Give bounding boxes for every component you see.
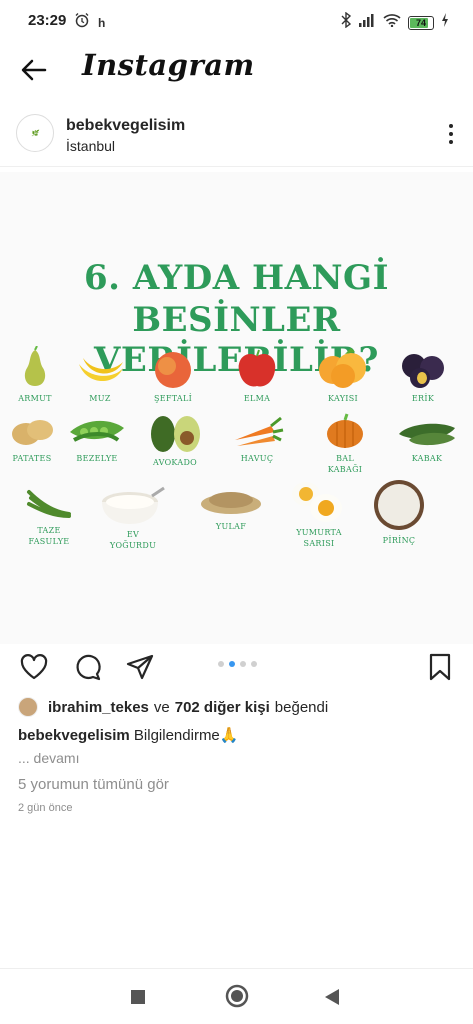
liker-username[interactable]: ibrahim_tekes (48, 699, 149, 716)
carousel-indicator (218, 661, 257, 667)
wifi-icon (383, 13, 401, 32)
food-erik: ERİK (388, 346, 458, 404)
recents-square-icon[interactable] (130, 989, 146, 1010)
food-bezelye: BEZELYE (62, 410, 132, 464)
bluetooth-icon (341, 11, 352, 33)
header-divider (0, 166, 473, 167)
post-timestamp: 2 gün önce (18, 802, 73, 814)
likes-others[interactable]: 702 diğer kişi (175, 699, 270, 716)
food-label: PATATES (12, 454, 52, 463)
post-header: 🌿 bebekvegelisim İstanbul (0, 104, 473, 164)
status-time: 23:29 (28, 12, 67, 29)
food-label: MUZ (89, 394, 111, 403)
alarm-icon (74, 12, 90, 33)
food-pirinc: PİRİNÇ (364, 478, 434, 546)
food-label: KAYISI (328, 394, 358, 403)
food-label-line2: SARISI (303, 539, 335, 548)
post-location[interactable]: İstanbul (66, 138, 115, 154)
carousel-dot (218, 661, 224, 667)
comment-icon[interactable] (73, 652, 103, 682)
image-title-line1: 6. AYDA HANGİ (83, 258, 389, 298)
charging-icon (441, 13, 449, 32)
food-label: YUMURTA (296, 528, 342, 537)
likes-row[interactable]: ibrahim_tekes ve 702 diğer kişi beğendi (18, 696, 328, 718)
caption: bebekvegelisim Bilgilendirme🙏 (18, 726, 238, 744)
food-armut: ARMUT (0, 346, 70, 404)
food-muz: MUZ (65, 346, 135, 404)
battery-icon: 74 (408, 15, 434, 30)
food-label: ARMUT (18, 394, 52, 403)
food-label: AVOKADO (152, 458, 198, 467)
back-arrow-icon[interactable] (18, 54, 50, 86)
food-label: KABAK (411, 454, 443, 463)
carousel-dot-active (229, 661, 235, 667)
post-image[interactable]: 6. AYDA HANGİ BESİNLER VERİLEBİLİR? ARMU… (0, 172, 473, 644)
food-label: PİRİNÇ (382, 536, 416, 545)
food-label: TAZE (37, 526, 61, 535)
food-label: YULAF (215, 522, 247, 531)
carousel-dot (251, 661, 257, 667)
bookmark-icon[interactable] (425, 652, 455, 682)
share-icon[interactable] (125, 652, 155, 682)
home-circle-icon[interactable] (225, 984, 249, 1013)
food-label-line2: KABAĞI (327, 465, 363, 474)
food-label: HAVUÇ (240, 454, 274, 463)
heart-icon[interactable] (19, 652, 49, 682)
food-label: ERİK (411, 394, 435, 403)
back-triangle-icon[interactable] (324, 988, 340, 1011)
food-elma: ELMA (222, 346, 292, 404)
food-seftali: ŞEFTALİ (138, 346, 208, 404)
likes-suffix: beğendi (274, 698, 329, 716)
food-kayisi: KAYISI (308, 346, 378, 404)
caption-username[interactable]: bebekvegelisim (18, 727, 130, 744)
food-label-line2: FASULYE (28, 537, 70, 546)
signal-icon (358, 13, 376, 32)
more-options-icon[interactable] (447, 122, 455, 146)
status-bar: 23:29 h 74 (0, 0, 473, 42)
caption-text: Bilgilendirme🙏 (133, 727, 239, 744)
food-label: BAL (336, 454, 354, 463)
food-label: ELMA (243, 394, 271, 403)
system-nav-bar (0, 968, 473, 1024)
food-label-line2: YOĞURDU (109, 541, 157, 550)
carousel-dot (240, 661, 246, 667)
avatar-logo: 🌿 (31, 130, 39, 137)
food-taze-fasulye: TAZE FASULYE (14, 482, 84, 547)
app-header: Instagram (0, 42, 473, 98)
liker-avatar (18, 697, 38, 717)
food-kabak: KABAK (392, 410, 462, 464)
post-username[interactable]: bebekvegelisim (66, 117, 185, 135)
food-havuc: HAVUÇ (222, 410, 292, 464)
food-patates: PATATES (0, 410, 67, 464)
caption-more-link[interactable]: ... devamı (18, 750, 79, 766)
status-h-label: h (98, 15, 106, 30)
food-avokado: AVOKADO (140, 410, 210, 468)
food-yumurta-sarisi: YUMURTA SARISI (284, 478, 354, 549)
food-label: EV (126, 530, 140, 539)
battery-level: 74 (415, 17, 426, 28)
food-label: BEZELYE (76, 454, 118, 463)
avatar[interactable]: 🌿 (16, 114, 54, 152)
food-ev-yogurdu: EV YOĞURDU (98, 482, 168, 551)
view-comments-link[interactable]: 5 yorumun tümünü gör (18, 776, 169, 793)
food-yulaf: YULAF (196, 482, 266, 532)
action-bar (0, 646, 473, 688)
app-title: Instagram (82, 48, 255, 82)
likes-connector: ve (153, 698, 170, 716)
food-label: ŞEFTALİ (153, 394, 193, 403)
food-bal-kabagi: BAL KABAĞI (310, 410, 380, 475)
